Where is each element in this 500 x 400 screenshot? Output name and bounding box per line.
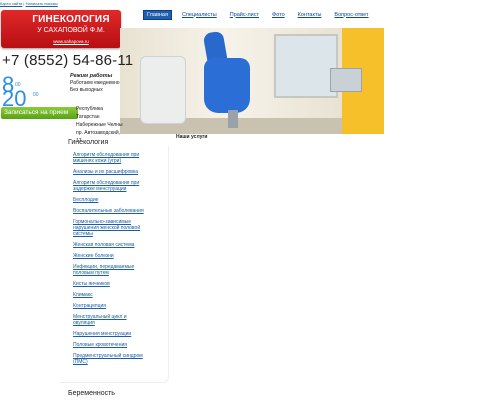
sidebar-link-item[interactable]: Нарушения менструации [73, 331, 163, 337]
sidebar-link-item[interactable]: Женская половая система [73, 242, 163, 248]
sidebar-link[interactable]: задержке менструации [73, 186, 163, 192]
top-links: Карта сайта | Написать письмо [0, 1, 58, 6]
sidebar-link[interactable]: половым путем [73, 270, 163, 276]
sidebar-link-item[interactable]: Половые кровотечения [73, 342, 163, 348]
main-nav: Главная Специалисты Прайс-лист Фото Конт… [143, 9, 379, 20]
address-line-1: Республика Татарстан [76, 106, 104, 120]
sidebar-link[interactable]: Нарушения менструации [73, 331, 163, 337]
nav-photo[interactable]: Фото [269, 11, 288, 19]
sidebar-link-item[interactable]: Гормонально-зависимые нарушения женской п… [73, 219, 163, 237]
sidebar-link-item[interactable]: Алгоритм обследования при задержке менстр… [73, 180, 163, 192]
pregnancy-title: Беременность [68, 390, 115, 397]
logo-site-link[interactable]: www.sahapova.ru [23, 39, 119, 44]
sidebar-link-item[interactable]: Анализы и их расшифровка [73, 169, 163, 175]
nav-faq[interactable]: Вопрос-ответ [331, 11, 371, 19]
top-links-separator: | [23, 1, 25, 6]
sidebar-link-item[interactable]: Алгоритм обследования при мишенях кожи (у… [73, 152, 163, 164]
sidebar-menu: Алгоритм обследования при мишенях кожи (у… [73, 152, 163, 370]
sidebar-link-item[interactable]: Воспалительные заболевания [73, 208, 163, 214]
schedule-line-2: Без выходных [70, 87, 103, 93]
logo[interactable]: ГИНЕКОЛОГИЯ У САХАПОВОЙ Ф.М. www.sahapov… [1, 10, 121, 48]
schedule-title: Режим работы [70, 73, 113, 79]
sidebar-link-item[interactable]: Женские болезни [73, 253, 163, 259]
nav-price-list[interactable]: Прайс-лист [227, 11, 262, 19]
sidebar-link-item[interactable]: Инфекции, передаваемые половым путем [73, 264, 163, 276]
close-minutes: 00 [33, 92, 39, 98]
working-hours: 8 00 20 00 [2, 74, 62, 110]
schedule-line-1: Работаем ежедневно [70, 80, 120, 86]
sidebar-link[interactable]: Женская половая система [73, 242, 163, 248]
logo-title: ГИНЕКОЛОГИЯ [32, 14, 110, 25]
sidebar-link[interactable]: Климакс [73, 292, 163, 298]
sidebar-link[interactable]: Контрацепция [73, 303, 163, 309]
sidebar-link[interactable]: мишенях кожи (угри) [73, 158, 163, 164]
sidebar-link[interactable]: Половые кровотечения [73, 342, 163, 348]
work-schedule: Режим работы Работаем ежедневно Без выхо… [70, 73, 125, 94]
sidebar-link[interactable]: овуляция [73, 320, 163, 326]
logo-subtitle: У САХАПОВОЙ Ф.М. [37, 27, 105, 34]
write-letter-link[interactable]: Написать письмо [26, 1, 58, 6]
sidebar-link[interactable]: Воспалительные заболевания [73, 208, 163, 214]
phone-number: +7 (8552) 54-86-11 [2, 52, 134, 69]
sitemap-link[interactable]: Карта сайта [0, 1, 22, 6]
nav-specialists[interactable]: Специалисты [179, 11, 220, 19]
nav-home[interactable]: Главная [143, 9, 172, 20]
sidebar-link-item[interactable]: Климакс [73, 292, 163, 298]
services-title: Наши услуги [176, 134, 208, 140]
nav-contacts[interactable]: Контакты [295, 11, 325, 19]
signup-button[interactable]: Записаться на прием [1, 107, 78, 119]
sidebar-link[interactable]: системы [73, 231, 163, 237]
hero-photo [120, 28, 384, 134]
sidebar-link[interactable]: (ПМС) [73, 359, 163, 365]
sidebar-link-item[interactable]: Предменструальный синдром (ПМС) [73, 353, 163, 365]
sidebar-link[interactable]: Анализы и их расшифровка [73, 169, 163, 175]
sidebar-link-item[interactable]: Контрацепция [73, 303, 163, 309]
sidebar-link[interactable]: Бесплодие [73, 197, 163, 203]
sidebar-link-item[interactable]: Бесплодие [73, 197, 163, 203]
sidebar-link-item[interactable]: Кисты яичников [73, 281, 163, 287]
sidebar-link[interactable]: Кисты яичников [73, 281, 163, 287]
sidebar-link-item[interactable]: Менструальный цикл и овуляция [73, 314, 163, 326]
address-line-2: Набережные Челны [76, 122, 123, 128]
section-title: Гинекология [68, 139, 109, 146]
sidebar-link[interactable]: Женские болезни [73, 253, 163, 259]
